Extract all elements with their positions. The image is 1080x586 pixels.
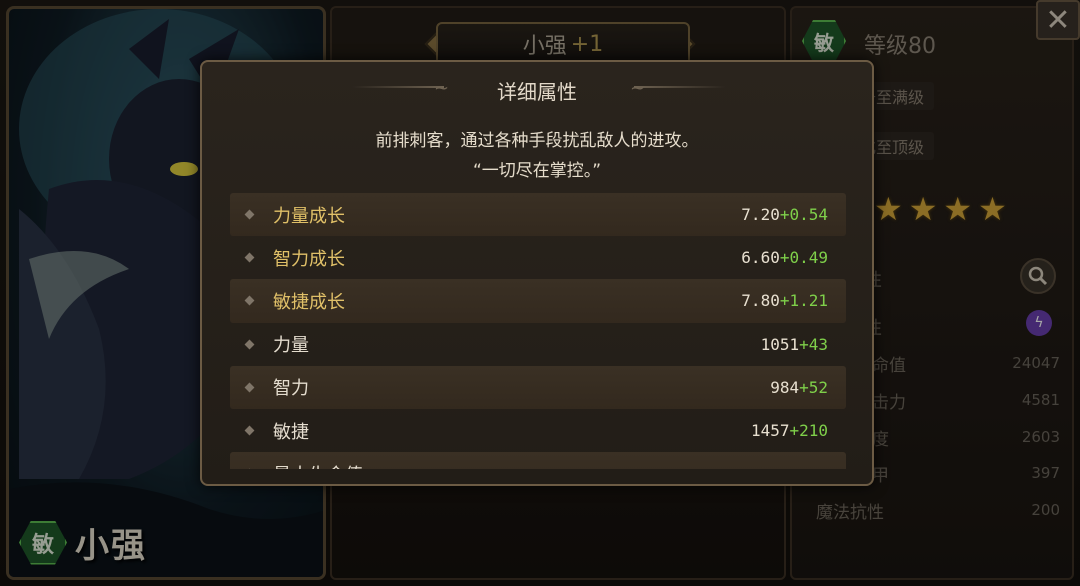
diamond-bullet-icon	[244, 425, 255, 436]
attribute-row: 力量 1051 +43	[230, 323, 846, 366]
detail-attributes-modal: ~ 详细属性 ~ 前排刺客，通过各种手段扰乱敌人的进攻。 “一切尽在掌控。” 力…	[200, 60, 874, 486]
hero-description: 前排刺客，通过各种手段扰乱敌人的进攻。	[375, 131, 699, 151]
attribute-row: 敏捷成长 7.80 +1.21	[230, 279, 846, 323]
attribute-row: 力量成长 7.20 +0.54	[230, 193, 846, 237]
diamond-bullet-icon	[244, 209, 255, 220]
title-ornament-right	[634, 86, 726, 88]
title-swirl-right: ~	[630, 78, 646, 99]
diamond-bullet-icon	[244, 296, 255, 306]
modal-title: 详细属性	[497, 80, 577, 104]
diamond-bullet-icon	[244, 382, 255, 393]
attribute-row: 智力成长 6.60 +0.49	[230, 236, 846, 279]
hero-quote: “一切尽在掌控。”	[472, 161, 602, 181]
diamond-bullet-icon	[244, 252, 255, 263]
attribute-row: 敏捷 1457 +210	[230, 409, 846, 452]
attribute-row: 最大生命值	[230, 452, 846, 469]
attribute-list[interactable]: 力量成长 7.20 +0.54 智力成长 6.60 +0.49 敏捷成长 7.80 +…	[230, 193, 846, 469]
game-screen: 敏 小强 小强 +1 敏 等级80 升至满级 化至顶级 ★ ★ ★ ★ 性 性 …	[0, 0, 1080, 586]
attribute-row: 智力 984 +52	[230, 365, 846, 409]
diamond-bullet-icon	[244, 339, 255, 350]
